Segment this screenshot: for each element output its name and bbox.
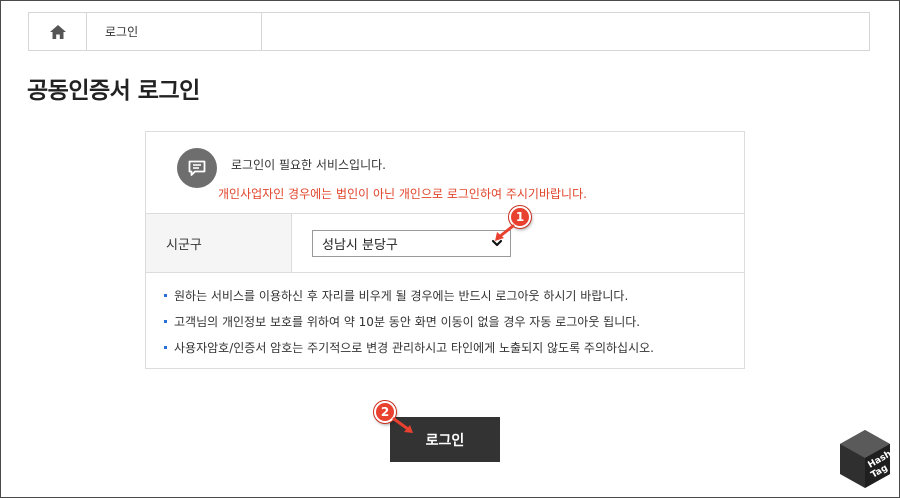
- info-list: 원하는 서비스를 이용하신 후 자리를 비우게 될 경우에는 반드시 로그아웃 …: [146, 273, 744, 366]
- notice-text: 로그인이 필요한 서비스입니다.: [231, 158, 386, 172]
- info-item: 원하는 서비스를 이용하신 후 자리를 비우게 될 경우에는 반드시 로그아웃 …: [164, 288, 744, 314]
- hashtag-logo-icon: Hash Tag: [840, 430, 893, 488]
- region-label: 시군구: [146, 214, 292, 272]
- info-item: 사용자암호/인증서 암호는 주기적으로 변경 관리하시고 타인에게 노출되지 않…: [164, 340, 744, 366]
- region-selected-value: 성남시 분당구: [322, 238, 398, 253]
- bullet-icon: [164, 294, 167, 297]
- bullet-icon: [164, 346, 167, 349]
- arrow-icon: [392, 417, 413, 433]
- breadcrumb: 로그인: [28, 12, 870, 51]
- breadcrumb-current-label: 로그인: [105, 25, 139, 39]
- bullet-icon: [164, 320, 167, 323]
- breadcrumb-home[interactable]: [29, 13, 87, 50]
- region-row: 시군구 성남시 분당구: [146, 214, 744, 273]
- page-title: 공동인증서 로그인: [27, 78, 200, 104]
- home-icon: [49, 24, 66, 39]
- login-panel: 로그인이 필요한 서비스입니다. 개인사업자인 경우에는 법인이 아닌 개인으로…: [145, 131, 745, 369]
- arrow-icon: [495, 224, 515, 241]
- breadcrumb-current[interactable]: 로그인: [87, 13, 262, 50]
- region-select[interactable]: 성남시 분당구: [312, 230, 511, 257]
- info-item: 고객님의 개인정보 보호를 위하여 약 10분 동안 화면 이동이 없을 경우 …: [164, 314, 744, 340]
- notice-section: 로그인이 필요한 서비스입니다. 개인사업자인 경우에는 법인이 아닌 개인으로…: [146, 132, 744, 214]
- message-icon: [177, 148, 217, 188]
- notice-warning-text: 개인사업자인 경우에는 법인이 아닌 개인으로 로그인하여 주시기바랍니다.: [218, 187, 587, 201]
